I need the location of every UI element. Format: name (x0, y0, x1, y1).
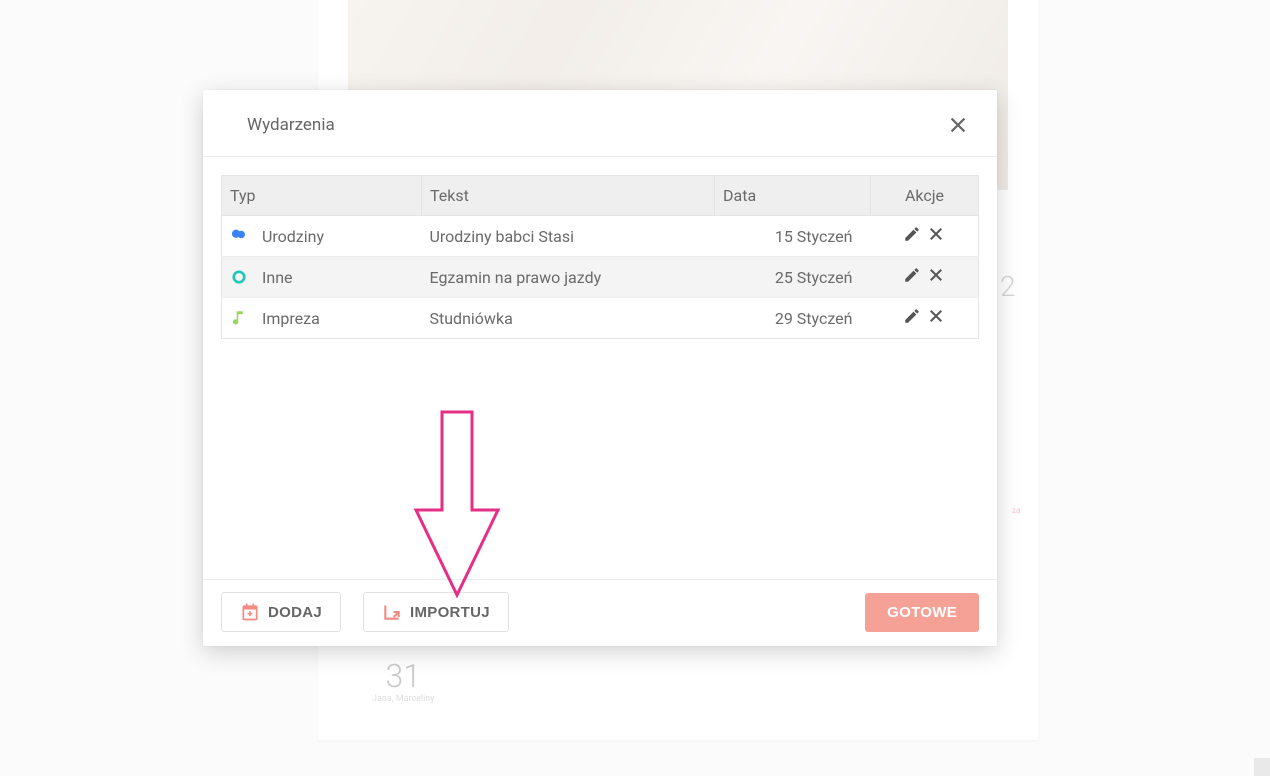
table-row: Urodziny Urodziny babci Stasi 15 Styczeń (222, 216, 979, 257)
import-button[interactable]: IMPORTUJ (363, 592, 509, 632)
music-icon (230, 309, 248, 327)
col-header-text: Tekst (422, 176, 715, 216)
event-date: 15 Styczeń (715, 216, 871, 257)
edit-icon[interactable] (903, 266, 921, 284)
col-header-type: Typ (222, 176, 422, 216)
modal-header: Wydarzenia (203, 90, 997, 157)
col-header-date: Data (715, 176, 871, 216)
close-icon[interactable] (947, 114, 969, 136)
modal-body: Typ Tekst Data Akcje (203, 157, 997, 579)
calendar-plus-icon (240, 602, 260, 622)
import-icon (382, 602, 402, 622)
event-text: Studniówka (422, 298, 715, 339)
event-text: Egzamin na prawo jazdy (422, 257, 715, 298)
type-label: Impreza (262, 309, 320, 328)
edit-icon[interactable] (903, 225, 921, 243)
balloons-icon (230, 227, 248, 245)
done-button-label: GOTOWE (887, 604, 957, 621)
events-modal: Wydarzenia Typ Tekst Data Akcje (203, 90, 997, 646)
ring-icon (230, 268, 248, 286)
add-button[interactable]: DODAJ (221, 592, 341, 632)
delete-icon[interactable] (927, 225, 945, 243)
table-row: Inne Egzamin na prawo jazdy 25 Styczeń (222, 257, 979, 298)
delete-icon[interactable] (927, 307, 945, 325)
type-label: Inne (262, 268, 293, 287)
done-button[interactable]: GOTOWE (865, 593, 979, 632)
edit-icon[interactable] (903, 307, 921, 325)
delete-icon[interactable] (927, 266, 945, 284)
add-button-label: DODAJ (268, 604, 322, 621)
modal-footer: DODAJ IMPORTUJ GOTOWE (203, 579, 997, 646)
import-button-label: IMPORTUJ (410, 604, 490, 621)
type-label: Urodziny (262, 227, 324, 246)
event-date: 25 Styczeń (715, 257, 871, 298)
col-header-actions: Akcje (871, 176, 979, 216)
scrollbar[interactable] (1254, 758, 1270, 776)
event-text: Urodziny babci Stasi (422, 216, 715, 257)
events-table: Typ Tekst Data Akcje (221, 175, 979, 339)
table-row: Impreza Studniówka 29 Styczeń (222, 298, 979, 339)
modal-title: Wydarzenia (247, 115, 335, 135)
event-date: 29 Styczeń (715, 298, 871, 339)
